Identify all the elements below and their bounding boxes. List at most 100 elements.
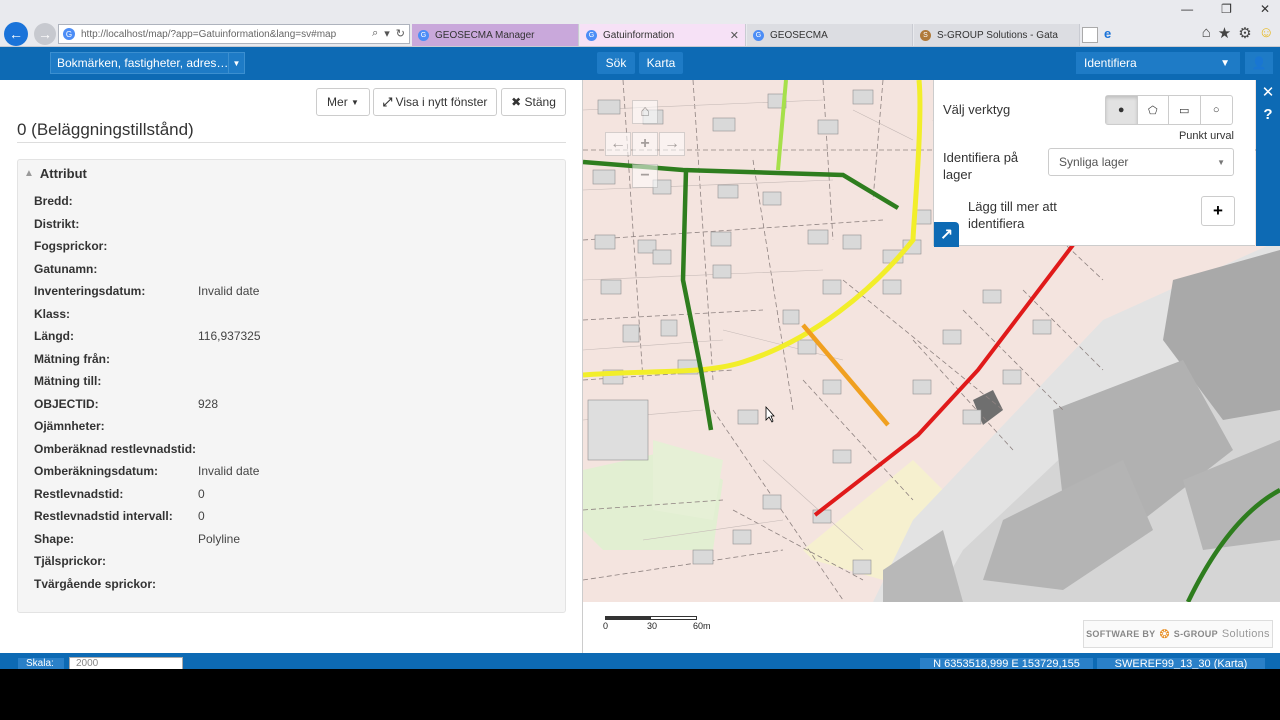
open-new-window-button[interactable]: ⤢ Visa i nytt fönster <box>373 88 497 116</box>
home-icon[interactable]: ⌂ <box>1202 24 1211 42</box>
settings-gear-icon[interactable]: ⚙ <box>1238 24 1251 42</box>
attribute-row: Bredd: <box>34 192 554 210</box>
help-icon[interactable]: ? <box>1256 106 1280 123</box>
attribute-value: 116,937325 <box>198 329 261 343</box>
attribute-row: Ojämnheter: <box>34 417 554 435</box>
zoom-out-icon[interactable]: − <box>632 164 658 188</box>
tab-favicon-icon: S <box>920 29 931 41</box>
address-text: http://localhost/map/?app=Gatuinformatio… <box>81 28 337 40</box>
user-icon[interactable]: 👤 <box>1245 52 1273 74</box>
attribute-key: Omberäknad restlevnadstid: <box>34 441 197 456</box>
identify-dropdown[interactable]: Identifiera ▼ <box>1076 52 1240 74</box>
zoom-in-icon[interactable]: + <box>632 132 658 156</box>
collapse-panel-icon[interactable]: ↗ <box>934 222 959 247</box>
add-more-label: Lägg till mer att identifiera <box>968 199 1057 231</box>
tab-label: S-GROUP Solutions - Gata <box>937 29 1058 41</box>
attribute-row: Omberäkningsdatum: Invalid date <box>34 462 554 480</box>
more-button[interactable]: Mer ▼ <box>316 88 370 116</box>
caret-down-icon[interactable]: ▼ <box>228 53 244 73</box>
tab-geosecma-manager[interactable]: G GEOSECMA Manager <box>412 24 579 46</box>
window-controls: — ❐ ✕ <box>1181 2 1270 16</box>
attribute-value: 928 <box>198 396 219 411</box>
bookmarks-search-dropdown[interactable]: Bokmärken, fastigheter, adres… ▼ <box>50 52 245 74</box>
selected-tool-label: Punkt urval <box>1178 130 1234 142</box>
attribute-row: Restlevnadstid: 0 <box>34 485 554 503</box>
attribute-row: OBJECTID: 928 <box>34 395 554 413</box>
chevron-up-icon: ▲ <box>24 168 34 179</box>
attribute-value: Invalid date <box>198 284 260 298</box>
search-icon[interactable]: ⌕ <box>372 27 378 40</box>
tab-favicon-icon: G <box>586 29 597 41</box>
scale-dropdown[interactable]: Skala: <box>18 658 64 669</box>
search-button[interactable]: Sök <box>597 52 635 74</box>
close-tab-icon[interactable]: ✕ <box>730 29 739 42</box>
scale-label: 60m <box>693 621 711 631</box>
dropdown-icon[interactable]: ▾ <box>384 27 390 40</box>
attribute-key: Omberäkningsdatum: <box>34 464 159 478</box>
forward-button[interactable]: → <box>34 23 56 45</box>
app-toolbar: Bokmärken, fastigheter, adres… ▼ Sök Kar… <box>0 47 1280 80</box>
identify-label: Identifiera <box>1084 56 1137 70</box>
back-button[interactable]: ← <box>4 22 28 46</box>
tab-geosecma[interactable]: G GEOSECMA <box>747 24 913 46</box>
maximize-icon[interactable]: ❐ <box>1221 2 1232 16</box>
attribute-key: Distrikt: <box>34 216 80 231</box>
attribute-key: Ojämnheter: <box>34 419 105 433</box>
rectangle-tool-button[interactable]: ▭ <box>1169 96 1201 124</box>
attribute-value: Invalid date <box>198 464 260 478</box>
attribute-key: Tvärgående sprickor: <box>34 576 157 591</box>
attribute-value: 0 <box>198 486 205 501</box>
attribute-key: Restlevnadstid: <box>34 486 124 501</box>
tab-label: GEOSECMA <box>770 29 828 41</box>
sgroup-logo-icon: ❂ <box>1159 627 1170 641</box>
attribute-key: Bredd: <box>34 194 73 208</box>
more-label: Mer <box>327 95 348 109</box>
open-new-window-label: Visa i nytt fönster <box>395 95 488 109</box>
scale-label: 30 <box>647 621 658 631</box>
refresh-icon[interactable]: ↻ <box>396 27 405 40</box>
minimize-icon[interactable]: — <box>1181 2 1193 16</box>
attribute-row: Längd: 116,937325 <box>34 327 554 345</box>
circle-tool-button[interactable]: ○ <box>1201 96 1232 124</box>
sgroup-logo: SOFTWARE BY ❂ S-GROUP Solutions <box>1083 620 1273 648</box>
projection-dropdown[interactable]: SWEREF99_13_30 (Karta) <box>1097 658 1265 669</box>
page-title: 0 (Beläggningstillstånd) <box>17 120 194 139</box>
new-tab-button[interactable] <box>1082 27 1098 43</box>
browser-logo-icon: e <box>1104 26 1112 41</box>
freehand-polygon-icon: ⬠ <box>1147 104 1158 117</box>
tab-favicon-icon: G <box>753 29 764 41</box>
attribute-row: Mätning från: <box>34 350 554 368</box>
section-title: Attribut <box>39 166 87 181</box>
tab-label: GEOSECMA Manager <box>435 29 535 41</box>
close-window-icon[interactable]: ✕ <box>1260 2 1270 16</box>
freehand-tool-button[interactable]: ⬠ <box>1138 96 1169 124</box>
favorites-star-icon[interactable]: ★ <box>1218 24 1231 42</box>
close-label: Stäng <box>524 95 556 109</box>
address-bar[interactable]: G http://localhost/map/?app=Gatuinformat… <box>58 24 410 44</box>
tab-favicon-icon: G <box>418 29 429 41</box>
close-button[interactable]: ✖ Stäng <box>501 88 566 116</box>
attribute-key: Längd: <box>34 329 74 343</box>
home-icon[interactable]: ⌂ <box>632 100 658 124</box>
attribute-key: OBJECTID: <box>34 396 99 411</box>
tab-sgroup-solutions[interactable]: S S-GROUP Solutions - Gata <box>914 24 1080 46</box>
scale-input[interactable]: 2000 <box>69 657 183 669</box>
layer-select-value: Synliga lager <box>1059 155 1129 169</box>
pan-left-icon[interactable]: ← <box>605 132 631 156</box>
logo-prefix: SOFTWARE BY <box>1086 629 1156 639</box>
attribute-row: Shape: Polyline <box>34 530 554 548</box>
attribute-row: Omberäknad restlevnadstid: <box>34 440 554 458</box>
map-button[interactable]: Karta <box>639 52 683 74</box>
close-icon[interactable]: ✕ <box>1256 83 1280 101</box>
attribute-key: Tjälsprickor: <box>34 554 107 568</box>
point-tool-button[interactable]: ● <box>1106 96 1138 124</box>
tab-label: Gatuinformation <box>603 29 675 41</box>
tab-gatuinformation[interactable]: G Gatuinformation ✕ <box>580 24 746 46</box>
layer-label: Identifiera på lager <box>943 150 1019 182</box>
attribute-section-header[interactable]: ▲ Attribut <box>24 166 87 181</box>
feedback-smiley-icon[interactable]: ☺ <box>1259 24 1274 42</box>
attribute-row: Tjälsprickor: <box>34 552 554 570</box>
pan-right-icon[interactable]: → <box>659 132 685 156</box>
add-identify-button[interactable]: + <box>1201 196 1235 226</box>
layer-select[interactable]: Synliga lager ▼ <box>1048 148 1234 176</box>
